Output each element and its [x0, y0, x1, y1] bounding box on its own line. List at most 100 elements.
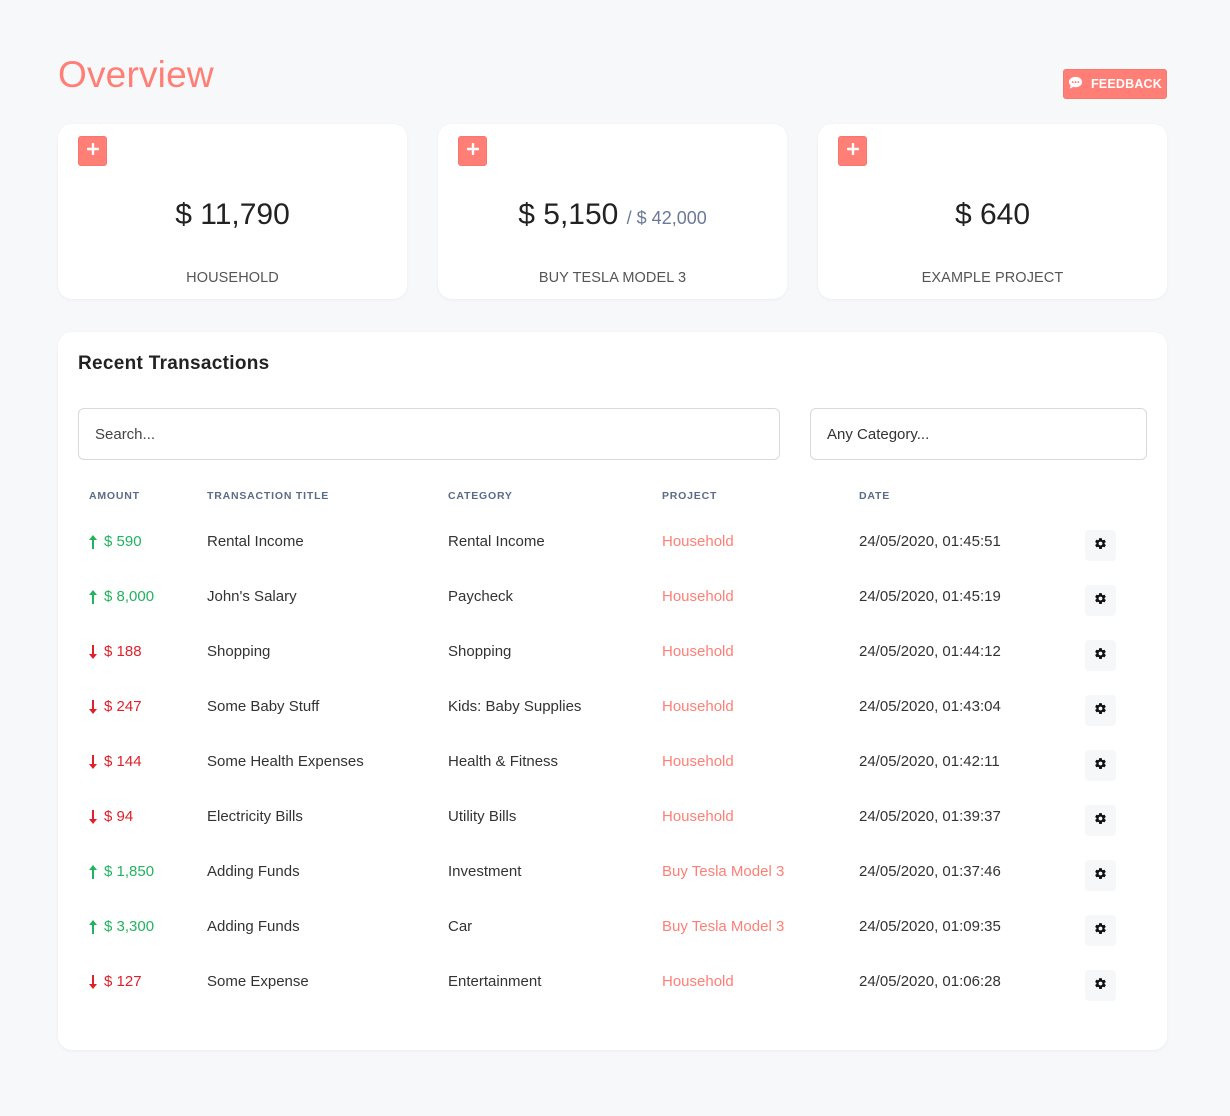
project-link[interactable]: Buy Tesla Model 3	[662, 918, 784, 935]
arrow-up-icon	[88, 919, 98, 935]
add-transaction-button[interactable]	[78, 136, 107, 166]
category-cell: Kids: Baby Supplies	[448, 698, 582, 715]
amount-value: $ 590	[104, 533, 142, 550]
transaction-title: Shopping	[207, 643, 271, 660]
transaction-title: Adding Funds	[207, 918, 300, 935]
project-card-example[interactable]: $ 640 EXAMPLE PROJECT	[818, 124, 1167, 299]
table-row: $ 247 Some Baby Stuff Kids: Baby Supplie…	[58, 688, 1167, 743]
row-settings-button[interactable]	[1085, 915, 1116, 946]
page-title: Overview	[58, 54, 214, 95]
arrow-up-icon	[88, 534, 98, 550]
balance-value: $ 640	[954, 198, 1031, 231]
column-header-date[interactable]: DATE	[859, 490, 890, 502]
project-link[interactable]: Household	[662, 753, 734, 770]
date-cell: 24/05/2020, 01:44:12	[859, 643, 1001, 660]
project-balance: $ 640	[818, 198, 1167, 232]
gear-icon	[1094, 702, 1107, 720]
project-name: EXAMPLE PROJECT	[921, 270, 1064, 286]
column-header-category[interactable]: CATEGORY	[448, 490, 513, 502]
balance-value: $ 11,790	[175, 198, 290, 231]
project-card-buy-tesla[interactable]: $ 5,150 / $ 42,000 BUY TESLA MODEL 3	[438, 124, 787, 299]
plus-icon	[466, 142, 479, 160]
table-body: $ 590 Rental Income Rental Income Househ…	[58, 523, 1167, 1018]
project-link[interactable]: Household	[662, 973, 734, 990]
amount-cell: $ 247	[88, 698, 142, 715]
category-cell: Rental Income	[448, 533, 545, 550]
search-input[interactable]	[78, 408, 780, 460]
amount-value: $ 247	[104, 698, 142, 715]
gear-icon	[1094, 977, 1107, 995]
gear-icon	[1094, 812, 1107, 830]
transaction-title: Some Baby Stuff	[207, 698, 320, 715]
project-name: BUY TESLA MODEL 3	[538, 270, 687, 286]
gear-icon	[1094, 922, 1107, 940]
row-settings-button[interactable]	[1085, 970, 1116, 1001]
amount-cell: $ 188	[88, 643, 142, 660]
add-transaction-button[interactable]	[458, 136, 487, 166]
row-settings-button[interactable]	[1085, 750, 1116, 781]
arrow-down-icon	[88, 644, 98, 660]
add-transaction-button[interactable]	[838, 136, 867, 166]
gear-icon	[1094, 537, 1107, 555]
category-cell: Car	[448, 918, 473, 935]
transaction-title: Some Expense	[207, 973, 309, 990]
row-settings-button[interactable]	[1085, 695, 1116, 726]
row-settings-button[interactable]	[1085, 530, 1116, 561]
project-balance: $ 5,150 / $ 42,000	[438, 198, 787, 232]
project-balance: $ 11,790	[58, 198, 407, 232]
project-link[interactable]: Household	[662, 588, 734, 605]
row-settings-button[interactable]	[1085, 860, 1116, 891]
amount-cell: $ 94	[88, 808, 133, 825]
row-settings-button[interactable]	[1085, 585, 1116, 616]
gear-icon	[1094, 867, 1107, 885]
plus-icon	[846, 142, 859, 160]
gear-icon	[1094, 647, 1107, 665]
project-link[interactable]: Buy Tesla Model 3	[662, 863, 784, 880]
arrow-down-icon	[88, 699, 98, 715]
table-row: $ 127 Some Expense Entertainment Househo…	[58, 963, 1167, 1018]
page: Overview FEEDBACK $ 11,790 HOUSEHOLD $ 5…	[0, 0, 1230, 1116]
table-row: $ 8,000 John's Salary Paycheck Household…	[58, 578, 1167, 633]
amount-cell: $ 127	[88, 973, 142, 990]
category-cell: Paycheck	[448, 588, 514, 605]
arrow-up-icon	[88, 864, 98, 880]
date-cell: 24/05/2020, 01:39:37	[859, 808, 1001, 825]
column-header-amount[interactable]: AMOUNT	[89, 490, 140, 502]
table-header: AMOUNT TRANSACTION TITLE CATEGORY PROJEC…	[58, 487, 1167, 507]
category-cell: Health & Fitness	[448, 753, 559, 770]
project-link[interactable]: Household	[662, 533, 734, 550]
project-link[interactable]: Household	[662, 643, 734, 660]
feedback-button[interactable]: FEEDBACK	[1063, 69, 1167, 99]
category-cell: Entertainment	[448, 973, 542, 990]
project-link[interactable]: Household	[662, 698, 734, 715]
transaction-title: Adding Funds	[207, 863, 300, 880]
category-cell: Investment	[448, 863, 522, 880]
row-settings-button[interactable]	[1085, 805, 1116, 836]
category-filter-select[interactable]: Any Category...	[810, 408, 1147, 460]
project-card-household[interactable]: $ 11,790 HOUSEHOLD	[58, 124, 407, 299]
category-filter-value: Any Category...	[827, 425, 930, 443]
table-row: $ 144 Some Health Expenses Health & Fitn…	[58, 743, 1167, 798]
transaction-title: Electricity Bills	[207, 808, 303, 825]
date-cell: 24/05/2020, 01:06:28	[859, 973, 1001, 990]
date-cell: 24/05/2020, 01:45:19	[859, 588, 1001, 605]
gear-icon	[1094, 757, 1107, 775]
amount-cell: $ 1,850	[88, 863, 154, 880]
gear-icon	[1094, 592, 1107, 610]
transaction-title: Some Health Expenses	[207, 753, 364, 770]
amount-value: $ 1,850	[104, 863, 155, 880]
project-link[interactable]: Household	[662, 808, 734, 825]
category-cell: Utility Bills	[448, 808, 517, 825]
table-row: $ 188 Shopping Shopping Household 24/05/…	[58, 633, 1167, 688]
amount-value: $ 8,000	[104, 588, 155, 605]
column-header-title[interactable]: TRANSACTION TITLE	[207, 490, 329, 502]
table-row: $ 94 Electricity Bills Utility Bills Hou…	[58, 798, 1167, 853]
project-name: HOUSEHOLD	[186, 270, 279, 286]
row-settings-button[interactable]	[1085, 640, 1116, 671]
date-cell: 24/05/2020, 01:42:11	[859, 753, 1000, 770]
arrow-down-icon	[88, 754, 98, 770]
amount-cell: $ 8,000	[88, 588, 154, 605]
transactions-table: AMOUNT TRANSACTION TITLE CATEGORY PROJEC…	[58, 487, 1167, 1001]
date-cell: 24/05/2020, 01:45:51	[859, 533, 1001, 550]
column-header-project[interactable]: PROJECT	[662, 490, 717, 502]
